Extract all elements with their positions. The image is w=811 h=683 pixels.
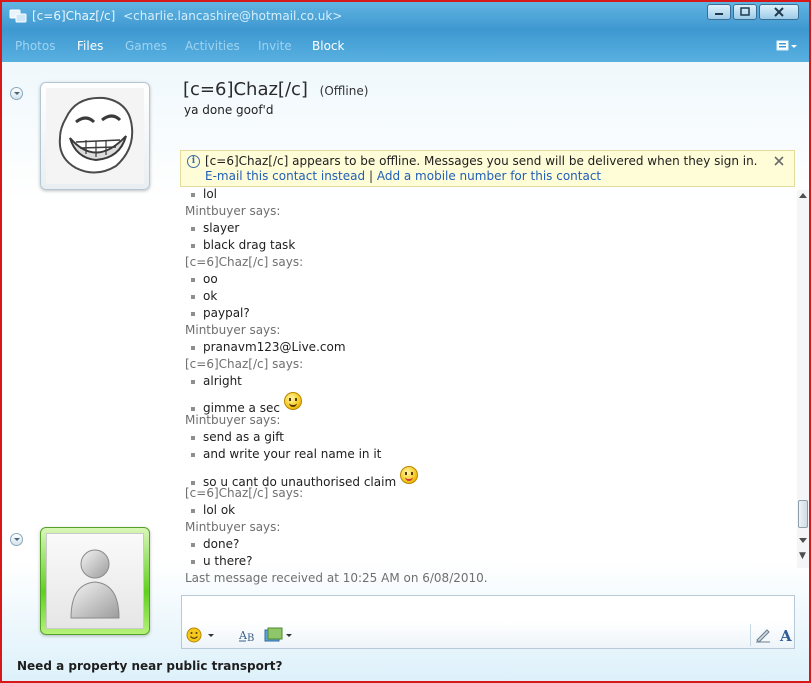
close-icon	[774, 7, 784, 17]
bullet-icon	[191, 226, 195, 231]
bullet-icon	[191, 294, 195, 299]
handwriting-icon[interactable]	[754, 627, 772, 643]
bullet-icon	[191, 508, 195, 513]
last-received-status: Last message received at 10:25 AM on 6/0…	[185, 571, 488, 585]
message-line: lol	[191, 187, 217, 201]
maximize-icon	[740, 7, 750, 16]
message-compose-area: A B A	[181, 595, 795, 649]
message-line: slayer	[191, 221, 239, 235]
message-line: u there?	[191, 554, 253, 568]
add-mobile-link[interactable]: Add a mobile number for this contact	[377, 169, 601, 183]
menu-invite[interactable]: Invite	[258, 39, 292, 53]
message-line: done?	[191, 537, 239, 551]
default-user-icon	[70, 549, 120, 619]
bullet-icon	[191, 480, 195, 485]
svg-text:B: B	[247, 633, 254, 643]
message-line: ok	[191, 289, 217, 303]
menu-bar: Photos Files Games Activities Invite Blo…	[2, 30, 809, 62]
bullet-icon	[191, 192, 195, 197]
message-line: pranavm123@Live.com	[191, 340, 346, 354]
conversation-history[interactable]: lol Mintbuyer says: slayer black drag ta…	[185, 187, 785, 587]
my-avatar-image	[46, 533, 144, 629]
tongue-emoticon-icon	[400, 466, 419, 484]
conversation-scrollbar[interactable]: ▼	[797, 190, 809, 568]
window-title-email: <charlie.lancashire@hotmail.co.uk>	[123, 9, 343, 23]
contact-status: (Offline)	[319, 84, 369, 98]
window-title-name: [c=6]Chaz[/c]	[32, 9, 116, 23]
sender-line: [c=6]Chaz[/c] says:	[185, 486, 304, 500]
message-line: oo	[191, 272, 218, 286]
email-contact-link[interactable]: E-mail this contact instead	[205, 169, 365, 183]
bullet-icon	[191, 277, 195, 282]
menu-block[interactable]: Block	[312, 39, 344, 53]
contact-name: [c=6]Chaz[/c]	[183, 79, 308, 100]
offline-infobar: i [c=6]Chaz[/c] appears to be offline. M…	[180, 150, 795, 187]
sender-line: Mintbuyer says:	[185, 413, 281, 427]
bullet-icon	[191, 435, 195, 440]
advertisement-link[interactable]: Need a property near public transport?	[17, 659, 283, 673]
message-input[interactable]	[186, 600, 790, 622]
infobar-text: [c=6]Chaz[/c] appears to be offline. Mes…	[205, 154, 765, 184]
maximize-button[interactable]	[733, 4, 757, 20]
sender-line: Mintbuyer says:	[185, 204, 281, 218]
font-icon[interactable]: A	[778, 627, 796, 643]
close-infobar-icon[interactable]	[774, 156, 784, 166]
sender-line: [c=6]Chaz[/c] says:	[185, 255, 304, 269]
window-controls	[707, 4, 799, 20]
close-button[interactable]	[759, 4, 799, 20]
compose-toolbar: A B A	[182, 622, 794, 648]
emoticon-picker-icon[interactable]	[186, 627, 216, 643]
bullet-icon	[191, 406, 195, 411]
menu-files[interactable]: Files	[77, 39, 103, 53]
conversation-window: [c=6]Chaz[/c] <charlie.lancashire@hotmai…	[0, 0, 811, 683]
bullet-icon	[191, 345, 195, 350]
collapse-my-picture-button[interactable]	[10, 533, 23, 546]
wink-icon[interactable]: A B	[238, 627, 258, 643]
bullet-icon	[191, 452, 195, 457]
scroll-to-end-icon[interactable]: ▼	[799, 552, 806, 561]
scroll-up-icon[interactable]	[799, 193, 807, 198]
trollface-image	[58, 96, 134, 174]
infobar-separator: |	[368, 169, 373, 183]
message-line: lol ok	[191, 503, 235, 517]
sender-line: Mintbuyer says:	[185, 323, 281, 337]
sender-line: [c=6]Chaz[/c] says:	[185, 357, 304, 371]
title-bar[interactable]: [c=6]Chaz[/c] <charlie.lancashire@hotmai…	[2, 2, 809, 30]
minimize-button[interactable]	[707, 4, 731, 20]
minimize-icon	[715, 13, 723, 15]
message-line: send as a gift	[191, 430, 284, 444]
my-avatar[interactable]	[40, 527, 150, 635]
window-title: [c=6]Chaz[/c] <charlie.lancashire@hotmai…	[32, 9, 342, 23]
contact-personal-message: ya done goof'd	[184, 103, 274, 117]
messenger-icon	[9, 9, 27, 23]
infobar-message: [c=6]Chaz[/c] appears to be offline. Mes…	[205, 154, 758, 168]
message-line: and write your real name in it	[191, 447, 381, 461]
menu-photos[interactable]: Photos	[15, 39, 55, 53]
bullet-icon	[191, 542, 195, 547]
info-icon: i	[187, 155, 200, 168]
contact-name-area: [c=6]Chaz[/c] (Offline)	[183, 79, 368, 100]
menu-activities[interactable]: Activities	[185, 39, 240, 53]
show-menu-icon[interactable]	[775, 38, 799, 54]
smile-emoticon-icon	[283, 392, 302, 410]
bullet-icon	[191, 559, 195, 564]
message-line: alright	[191, 374, 242, 388]
collapse-contact-picture-button[interactable]	[10, 87, 23, 100]
message-line: paypal?	[191, 306, 250, 320]
message-line: gimme a sec	[191, 392, 302, 415]
contact-avatar-image	[46, 88, 144, 184]
bullet-icon	[191, 379, 195, 384]
contact-avatar[interactable]	[40, 82, 150, 190]
background-picker-icon[interactable]	[264, 627, 294, 643]
bullet-icon	[191, 311, 195, 316]
scroll-thumb[interactable]	[798, 500, 808, 528]
scroll-down-icon[interactable]	[799, 538, 807, 543]
menu-games[interactable]: Games	[125, 39, 167, 53]
bullet-icon	[191, 243, 195, 248]
svg-text:A: A	[779, 627, 792, 643]
sender-line: Mintbuyer says:	[185, 520, 281, 534]
toolbar-divider	[750, 624, 751, 646]
message-line: black drag task	[191, 238, 295, 252]
